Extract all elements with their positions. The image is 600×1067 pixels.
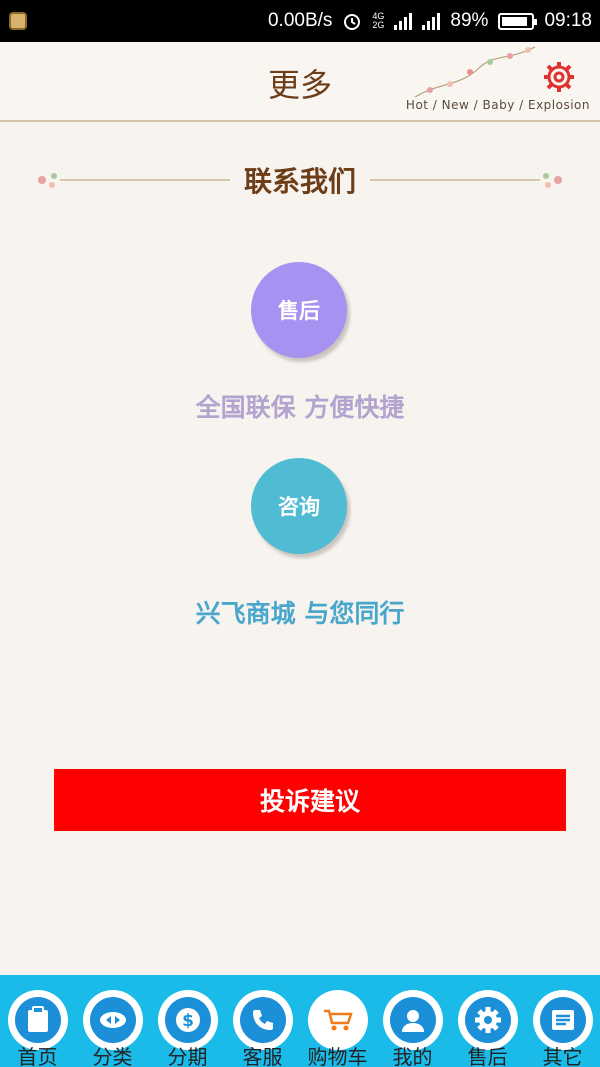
tagline: Hot / New / Baby / Explosion	[405, 98, 590, 112]
battery-icon	[498, 12, 538, 30]
net-speed: 0.00B/s	[267, 10, 333, 31]
nav-item-after-sales[interactable]: 售后	[450, 975, 525, 1067]
nav-label: 购物车	[307, 1045, 368, 1067]
nav-label: 首页	[17, 1045, 58, 1067]
status-bar: 0.00B/s 4G 2G 89% 09:18	[0, 0, 600, 42]
after-sales-slogan: 全国联保 方便快捷	[195, 393, 405, 422]
cart-icon	[324, 1009, 353, 1031]
consult-slogan: 兴飞商城 与您同行	[195, 599, 405, 628]
app-notification-icon	[9, 12, 27, 30]
nav-label: 其它	[542, 1045, 583, 1067]
status-right: 0.00B/s 4G 2G 89% 09:18	[268, 0, 592, 42]
consult-button[interactable]: 咨询	[251, 458, 347, 554]
divider-right-decoration-icon	[370, 173, 562, 188]
battery-percent: 89%	[450, 10, 489, 31]
header: 更多 Hot / New / Baby / Explosion	[0, 42, 600, 122]
nav-item-installment[interactable]: $ 分期	[150, 975, 225, 1067]
nav-item-cart[interactable]: 购物车	[300, 975, 375, 1067]
nav-item-other[interactable]: 其它	[525, 975, 600, 1067]
nav-label: 分类	[92, 1045, 133, 1067]
nav-label: 分期	[167, 1045, 208, 1067]
user-icon	[402, 1010, 424, 1032]
nav-item-mine[interactable]: 我的	[375, 975, 450, 1067]
clock: 09:18	[544, 10, 592, 31]
signal-icon	[394, 12, 413, 30]
nav-label: 客服	[242, 1045, 283, 1067]
complaint-suggestion-button[interactable]: 投诉建议	[54, 769, 566, 831]
nav-label: 售后	[467, 1045, 508, 1067]
network-type-icon: 4G 2G	[372, 11, 385, 30]
nav-label: 我的	[392, 1045, 433, 1067]
arrows-icon	[100, 1012, 126, 1028]
signal-icon-2	[422, 12, 441, 30]
nav-item-customer-service[interactable]: 客服	[225, 975, 300, 1067]
svg-text:$: $	[182, 1011, 194, 1031]
menu-icon	[552, 1010, 574, 1030]
after-sales-button[interactable]: 售后	[251, 262, 347, 358]
phone-icon	[253, 1010, 273, 1030]
alarm-icon	[344, 14, 361, 30]
gear-icon	[475, 1007, 501, 1033]
settings-gear-icon[interactable]	[542, 60, 576, 94]
dollar-icon: $	[176, 1008, 200, 1032]
nav-item-home[interactable]: 首页	[0, 975, 75, 1067]
clipboard-icon	[28, 1006, 48, 1032]
bottom-nav: 首页 分类 $ 分期 客服 购物车 我的 售后 其它	[0, 975, 600, 1067]
nav-item-category[interactable]: 分类	[75, 975, 150, 1067]
